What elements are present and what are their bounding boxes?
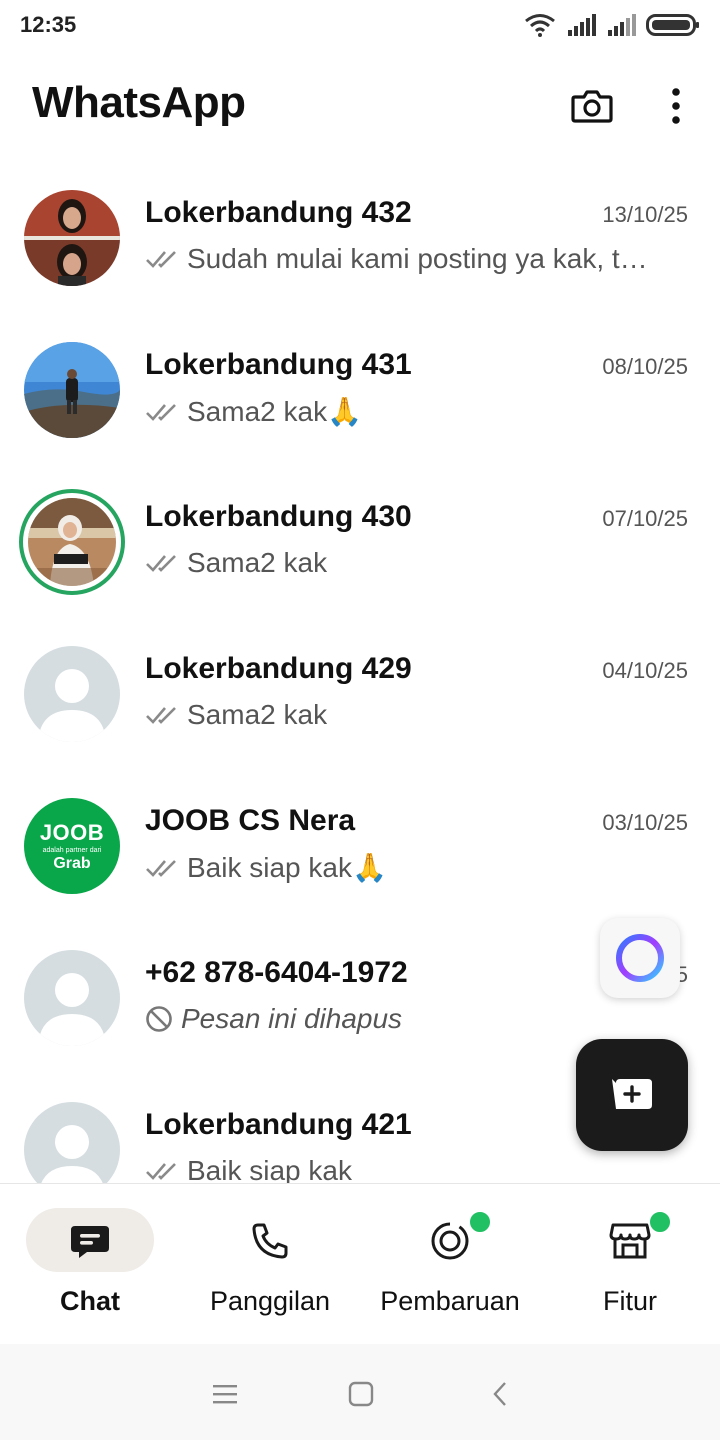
chat-name: +62 878-6404-1972 xyxy=(145,956,408,989)
chat-name: JOOB CS Nera xyxy=(145,804,356,837)
nav-tab-updates[interactable]: Pembaruan xyxy=(360,1184,540,1345)
chat-name: Lokerbandung 432 xyxy=(145,196,412,229)
blocked-icon xyxy=(146,1006,172,1032)
chat-preview-text: Sama2 kak xyxy=(187,699,328,730)
more-vert-icon xyxy=(672,88,680,124)
chat-row[interactable]: JOOB adalah partner dari Grab JOOB CS Ne… xyxy=(0,768,720,920)
chat-preview: Baik siap kak xyxy=(145,1155,675,1184)
battery-icon xyxy=(646,14,699,36)
avatar-photo-status xyxy=(28,498,116,586)
chat-date: 07/10/25 xyxy=(602,506,688,531)
double-check-icon xyxy=(146,403,176,421)
double-check-icon xyxy=(146,251,176,268)
more-options-button[interactable] xyxy=(652,82,700,130)
avatar[interactable]: JOOB adalah partner dari Grab xyxy=(24,798,120,894)
chat-date: 03/10/25 xyxy=(602,810,688,835)
nav-label-tools: Fitur xyxy=(603,1286,657,1316)
recent-apps-button[interactable] xyxy=(205,1374,245,1414)
avatar[interactable] xyxy=(24,646,120,742)
avatar[interactable] xyxy=(24,1102,120,1184)
chat-preview: Baik siap kak🙏 xyxy=(145,851,675,884)
chat-preview: Pesan ini dihapus xyxy=(145,1003,675,1035)
meta-ai-icon xyxy=(616,934,664,982)
chat-name: Lokerbandung 421 xyxy=(145,1108,412,1141)
system-nav-bar xyxy=(0,1344,720,1440)
joob-logo-title: JOOB xyxy=(39,820,105,845)
tools-badge-dot xyxy=(648,1210,672,1234)
nav-label-calls: Panggilan xyxy=(209,1286,331,1316)
home-button[interactable] xyxy=(341,1374,381,1414)
joob-logo-brand: Grab xyxy=(53,855,91,872)
joob-logo: JOOB adalah partner dari Grab xyxy=(24,798,120,894)
chat-icon xyxy=(60,1216,120,1266)
camera-button[interactable] xyxy=(568,82,616,130)
status-bar: 12:35 xyxy=(0,0,720,50)
new-chat-button[interactable] xyxy=(576,1039,688,1151)
nav-label-chat: Chat xyxy=(60,1286,120,1316)
chat-date: 13/10/25 xyxy=(602,202,688,227)
chat-preview: Sama2 kak xyxy=(145,699,675,731)
chat-row[interactable]: Lokerbandung 431 08/10/25 Sama2 kak🙏 xyxy=(0,312,720,464)
double-check-icon xyxy=(146,707,176,724)
signal-icon-sim2 xyxy=(608,14,636,36)
new-chat-icon xyxy=(612,1079,652,1109)
chat-date: 08/10/25 xyxy=(602,354,688,379)
chat-name: Lokerbandung 431 xyxy=(145,348,412,381)
chat-preview: Sama2 kak xyxy=(145,547,675,579)
phone-icon xyxy=(240,1216,300,1266)
default-avatar-icon xyxy=(24,950,120,1046)
chat-list[interactable]: Lokerbandung 432 13/10/25 Sudah mulai ka… xyxy=(0,160,720,1184)
signal-icon-sim1 xyxy=(568,14,596,36)
chat-name: Lokerbandung 429 xyxy=(145,652,412,685)
chat-preview-text: Pesan ini dihapus xyxy=(181,1003,403,1034)
chat-preview-text: Sama2 kak xyxy=(187,547,328,578)
avatar-photo-duo xyxy=(24,190,120,286)
avatar[interactable] xyxy=(24,190,120,286)
status-time: 12:35 xyxy=(20,12,77,37)
chat-row[interactable]: Lokerbandung 432 13/10/25 Sudah mulai ka… xyxy=(0,160,720,312)
chat-preview-text: Sudah mulai kami posting ya kak, t… xyxy=(187,243,648,274)
chat-date: 04/10/25 xyxy=(602,658,688,683)
avatar-photo-landscape xyxy=(24,342,120,438)
double-check-icon xyxy=(146,555,176,572)
back-button[interactable] xyxy=(480,1374,520,1414)
double-check-icon xyxy=(146,859,176,877)
chat-preview-text: Baik siap kak🙏 xyxy=(187,852,387,883)
chat-preview-text: Sama2 kak🙏 xyxy=(187,396,362,427)
default-avatar-icon xyxy=(24,1102,120,1184)
chat-row[interactable]: Lokerbandung 430 07/10/25 Sama2 kak xyxy=(0,464,720,616)
chat-preview: Sama2 kak🙏 xyxy=(145,395,675,428)
avatar[interactable] xyxy=(24,342,120,438)
nav-tab-calls[interactable]: Panggilan xyxy=(180,1184,360,1345)
camera-icon xyxy=(571,90,613,123)
chat-preview-text: Baik siap kak xyxy=(187,1155,352,1184)
avatar[interactable] xyxy=(28,498,116,586)
nav-tab-tools[interactable]: Fitur xyxy=(540,1184,720,1345)
chat-row[interactable]: Lokerbandung 429 04/10/25 Sama2 kak xyxy=(0,616,720,768)
app-title: WhatsApp xyxy=(32,78,246,127)
wifi-icon xyxy=(525,14,555,37)
avatar[interactable] xyxy=(24,950,120,1046)
joob-logo-sub: adalah partner dari xyxy=(42,847,102,854)
default-avatar-icon xyxy=(24,646,120,742)
menu-icon xyxy=(213,1385,237,1404)
updates-badge-dot xyxy=(468,1210,492,1234)
meta-ai-button[interactable] xyxy=(600,918,680,998)
chat-preview: Sudah mulai kami posting ya kak, t… xyxy=(145,243,675,275)
home-square-icon xyxy=(348,1381,374,1407)
bottom-nav: Chat Panggilan Pembaruan Fitur xyxy=(0,1183,720,1344)
back-chevron-icon xyxy=(493,1382,506,1406)
nav-label-updates: Pembaruan xyxy=(380,1286,520,1316)
status-icons xyxy=(524,12,700,38)
double-check-icon xyxy=(146,1163,176,1180)
nav-tab-chat[interactable]: Chat xyxy=(0,1184,180,1345)
chat-name: Lokerbandung 430 xyxy=(145,500,412,533)
